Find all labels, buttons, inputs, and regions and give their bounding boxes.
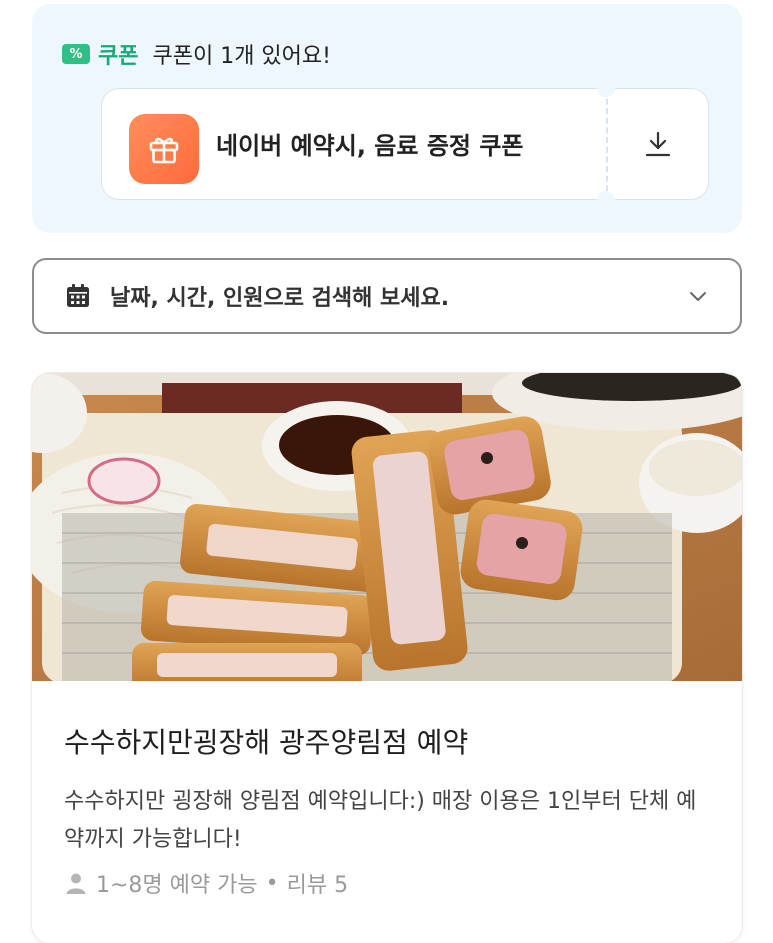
person-icon [64,871,88,895]
coupon-download-button[interactable] [608,89,708,199]
coupon-count-text: 쿠폰이 1개 있어요! [152,44,331,69]
store-meta: 1~8명 예약 가능 • 리뷰 5 [64,867,348,899]
coupon-header: % 쿠폰 쿠폰이 1개 있어요! [62,38,331,70]
coupon-card[interactable]: 네이버 예약시, 음료 증정 쿠폰 [101,79,709,209]
date-time-search-bar[interactable]: 날짜, 시간, 인원으로 검색해 보세요. [32,258,742,334]
meta-separator: • [265,870,279,896]
calendar-icon [64,282,92,310]
store-description: 수수하지만 굉장해 양림점 예약입니다:) 매장 이용은 1인부터 단체 예약까… [64,789,697,852]
capacity-text: 1~8명 예약 가능 [96,873,258,898]
coupon-tag-icon: % [62,44,90,64]
review-count[interactable]: 리뷰 5 [287,867,348,899]
gift-icon [129,114,199,184]
coupon-section: % 쿠폰 쿠폰이 1개 있어요! 네이버 예약시, 음료 증정 쿠폰 [32,4,742,233]
download-icon [645,131,671,157]
search-placeholder: 날짜, 시간, 인원으로 검색해 보세요. [110,286,450,311]
coupon-title: 네이버 예약시, 음료 증정 쿠폰 [216,132,524,160]
chevron-down-icon [686,284,710,308]
coupon-tag-label: 쿠폰 [98,44,139,69]
store-photo[interactable] [32,373,742,681]
store-name[interactable]: 수수하지만굉장해 광주양림점 예약 [64,721,468,761]
store-card[interactable]: 수수하지만굉장해 광주양림점 예약 수수하지만 굉장해 양림점 예약입니다:) … [32,373,742,943]
